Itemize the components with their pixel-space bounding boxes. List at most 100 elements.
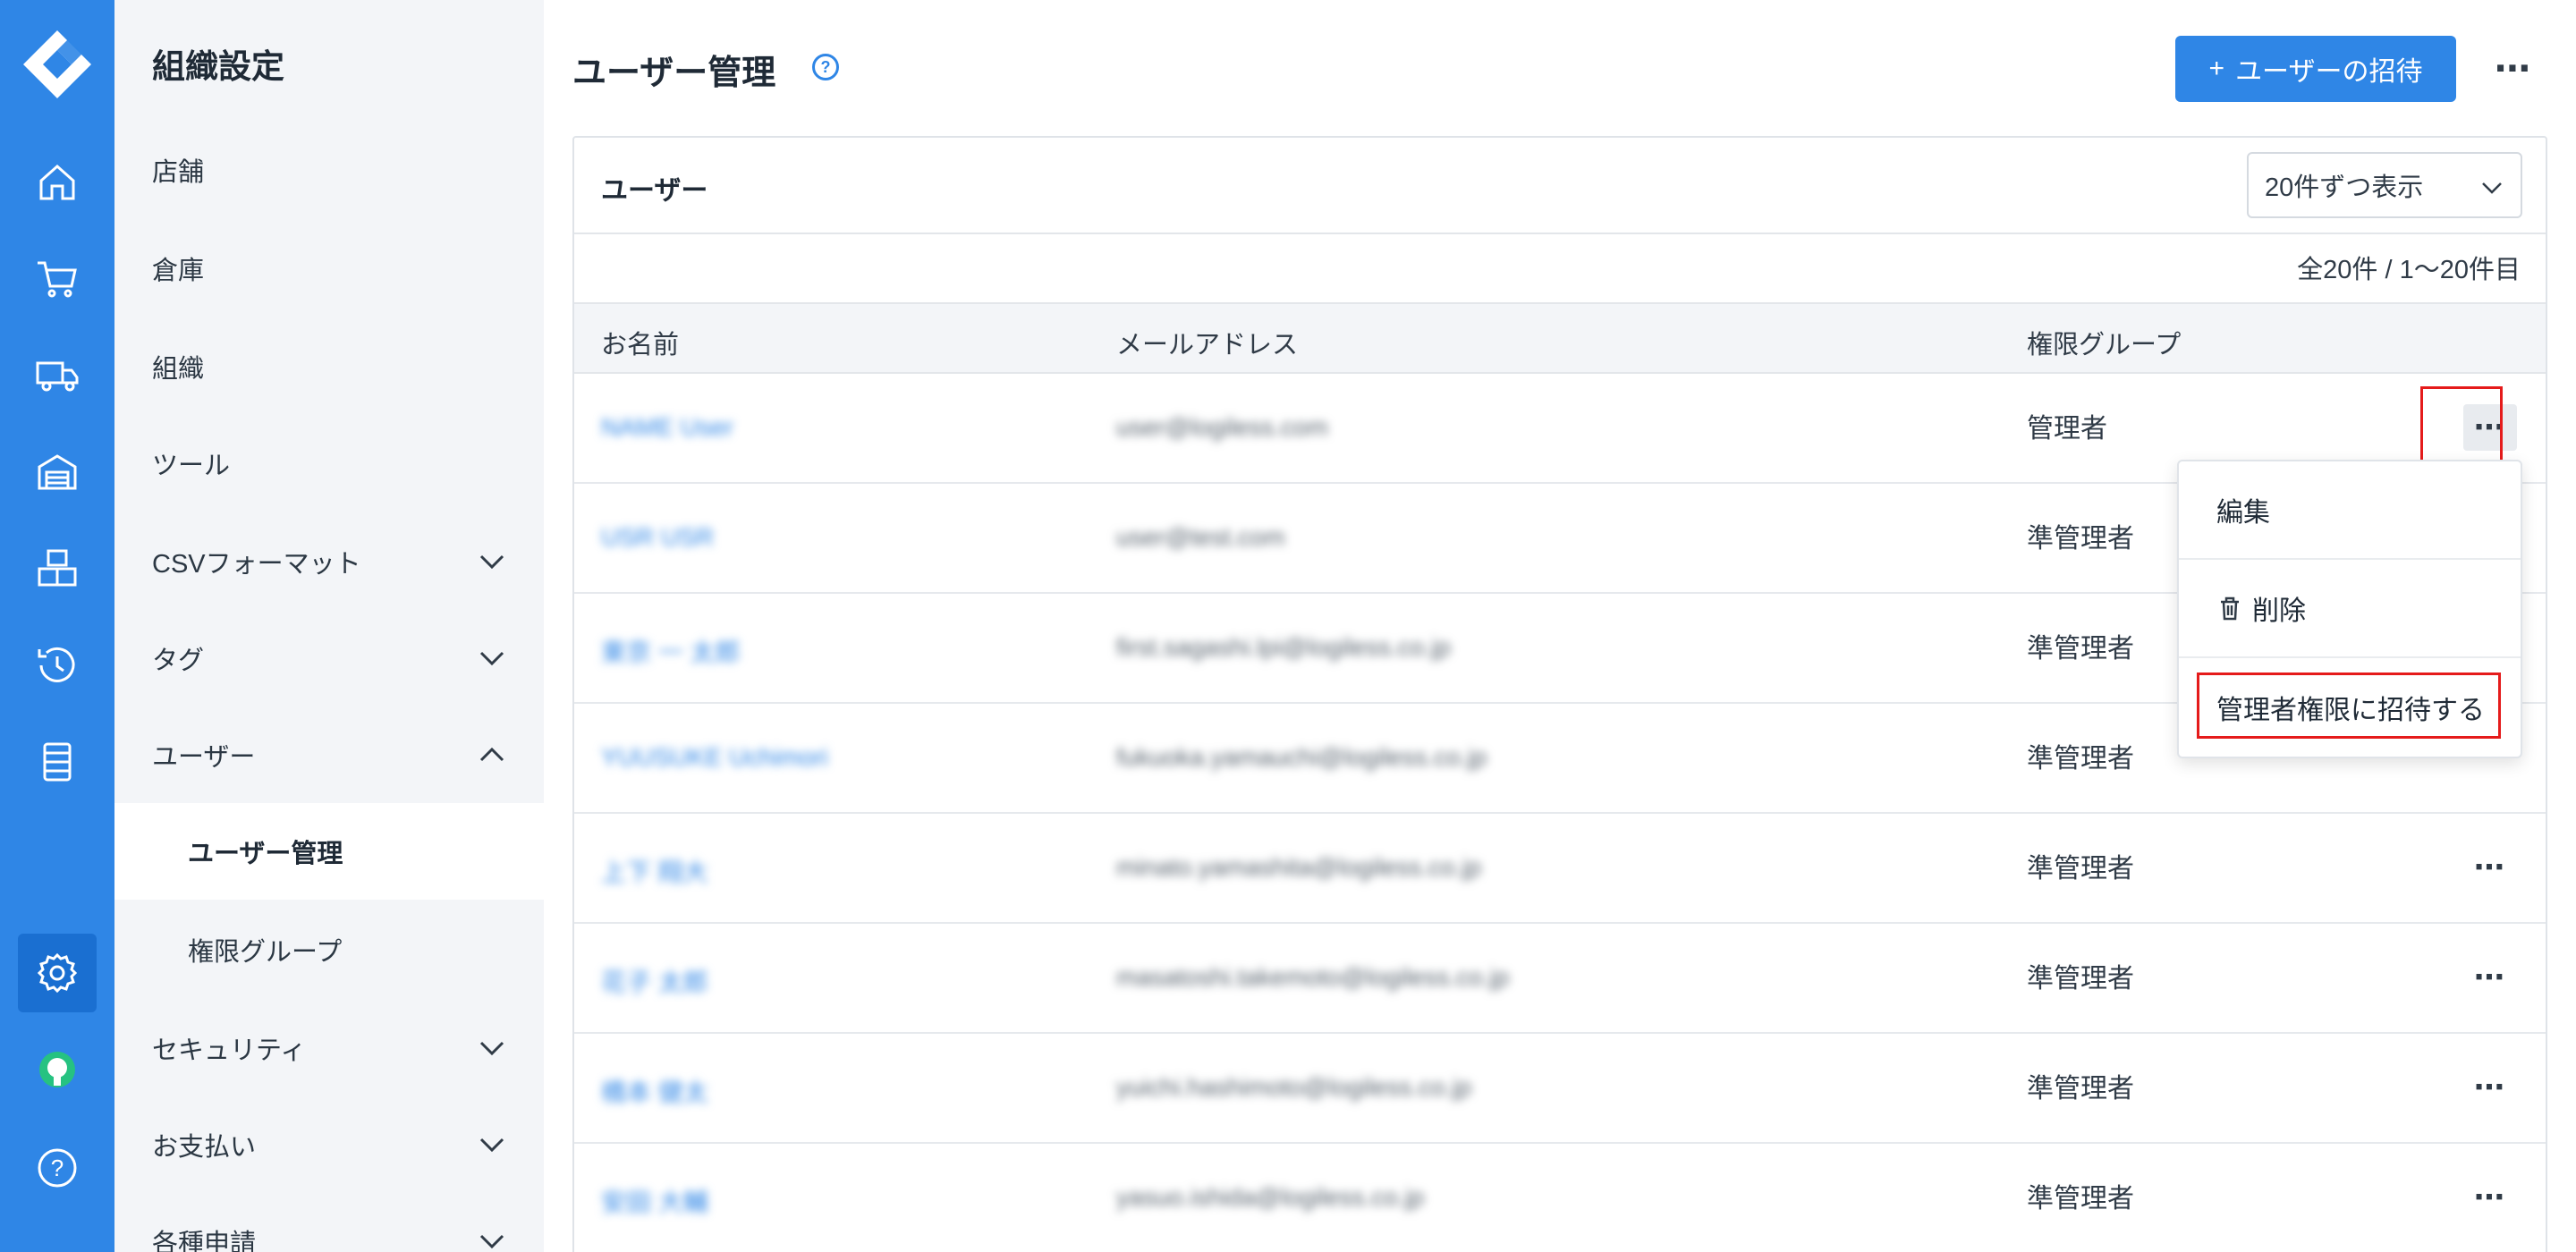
- chevron-down-icon: [479, 1138, 504, 1153]
- invite-user-label: ユーザーの招待: [2235, 57, 2423, 87]
- result-count: 全20件 / 1〜20件目: [2297, 256, 2521, 284]
- user-role: 準管理者: [2027, 524, 2134, 554]
- user-name-link[interactable]: YUUSUKE Uchimori: [601, 743, 828, 772]
- menu-item-edit[interactable]: 編集: [2179, 461, 2521, 560]
- sidebar-item-label: 倉庫: [152, 257, 205, 285]
- card-header: ユーザー 20件ずつ表示: [574, 138, 2546, 234]
- sidebar-item-label: 権限グループ: [188, 938, 343, 967]
- per-page-value: 20件ずつ表示: [2265, 173, 2424, 202]
- user-name-link[interactable]: 上下 翔大: [601, 853, 708, 889]
- help-glyph: ?: [51, 1155, 64, 1181]
- user-email: fukuoka.yamauchi@logiless.co.jp: [1116, 743, 1487, 771]
- list-icon[interactable]: [18, 723, 97, 801]
- sidebar-item-label: ユーザー管理: [188, 840, 343, 868]
- chevron-down-icon: [479, 554, 504, 570]
- sidebar-item-csv-format[interactable]: CSVフォーマット: [114, 513, 544, 610]
- warehouse-icon[interactable]: [18, 433, 97, 512]
- sidebar-item-label: 各種申請: [152, 1230, 257, 1252]
- chevron-down-icon: [2482, 182, 2502, 194]
- user-name-link[interactable]: 安田 大輔: [601, 1183, 708, 1219]
- table-row: 安田 大輔 yasuo.ishida@logiless.co.jp 準管理者 ⋯: [574, 1144, 2546, 1252]
- user-email: yasuo.ishida@logiless.co.jp: [1116, 1183, 1425, 1211]
- sidebar-item-label: セキュリティ: [152, 1036, 307, 1065]
- chevron-down-icon: [479, 1041, 504, 1056]
- user-role: 準管理者: [2027, 744, 2134, 774]
- menu-item-label: 削除: [2252, 596, 2306, 626]
- user-name-link[interactable]: NAME User: [601, 413, 733, 442]
- user-role: 準管理者: [2027, 1074, 2134, 1104]
- sidebar-item-applications[interactable]: 各種申請: [114, 1193, 544, 1252]
- invite-user-button[interactable]: + ユーザーの招待: [2175, 36, 2456, 102]
- sidebar-item-tags[interactable]: タグ: [114, 610, 544, 706]
- per-page-select[interactable]: 20件ずつ表示: [2247, 152, 2522, 218]
- sidebar-item-label: ユーザー: [152, 743, 256, 772]
- user-role: 準管理者: [2027, 634, 2134, 664]
- chevron-up-icon: [479, 747, 504, 762]
- card-title: ユーザー: [601, 176, 708, 206]
- sidebar-item-tools[interactable]: ツール: [114, 415, 544, 512]
- user-email: user@test.com: [1116, 523, 1285, 551]
- menu-item-label: 編集: [2216, 498, 2270, 528]
- table-row: 上下 翔大 minato.yamashita@logiless.co.jp 準管…: [574, 814, 2546, 924]
- home-icon[interactable]: [18, 143, 97, 222]
- logo-icon[interactable]: [20, 27, 95, 102]
- sidebar-item-users[interactable]: ユーザー: [114, 706, 544, 803]
- sidebar-item-permission-groups[interactable]: 権限グループ: [114, 901, 544, 998]
- sidebar-item-label: 組織: [152, 355, 205, 384]
- user-name-link[interactable]: USR USR: [601, 523, 714, 552]
- more-options-button[interactable]: ⋯: [2487, 47, 2540, 91]
- user-name-link[interactable]: 花子 太郎: [601, 963, 708, 999]
- sidebar-item-label: お支払い: [152, 1133, 257, 1162]
- menu-item-delete[interactable]: 削除: [2179, 560, 2521, 658]
- user-role: 準管理者: [2027, 1184, 2134, 1214]
- page-title: ユーザー管理: [572, 55, 776, 92]
- user-email: masatoshi.takemoto@logiless.co.jp: [1116, 963, 1510, 991]
- history-icon[interactable]: [18, 626, 97, 705]
- sidebar-title: 組織設定: [152, 48, 284, 85]
- sidebar-item-store[interactable]: 店舗: [114, 122, 544, 218]
- trash-icon: [2221, 596, 2239, 621]
- highlight-box: [2197, 673, 2501, 739]
- sidebar-item-label: ツール: [152, 452, 231, 480]
- column-header-role[interactable]: 権限グループ: [2027, 324, 2181, 361]
- row-more-button[interactable]: ⋯: [2463, 954, 2517, 1001]
- user-email: minato.yamashita@logiless.co.jp: [1116, 853, 1482, 881]
- help-icon[interactable]: ?: [18, 1129, 97, 1207]
- sidebar-item-label: 店舗: [152, 158, 205, 187]
- table-row: 花子 太郎 masatoshi.takemoto@logiless.co.jp …: [574, 924, 2546, 1034]
- row-more-button[interactable]: ⋯: [2463, 1174, 2517, 1221]
- bulb-icon[interactable]: [18, 1030, 97, 1109]
- user-email: user@logiless.com: [1116, 413, 1328, 441]
- row-more-button[interactable]: ⋯: [2463, 844, 2517, 891]
- gear-icon[interactable]: [18, 934, 97, 1012]
- user-email: first.sagashi.lpi@logiless.co.jp: [1116, 633, 1451, 661]
- plus-icon: +: [2208, 54, 2225, 83]
- user-name-link[interactable]: 橋本 健太: [601, 1073, 708, 1109]
- table-header: お名前 メールアドレス 権限グループ: [574, 302, 2546, 374]
- help-icon[interactable]: ?: [812, 54, 839, 80]
- sidebar-item-warehouse[interactable]: 倉庫: [114, 220, 544, 317]
- icon-rail: ?: [0, 0, 114, 1252]
- user-role: 準管理者: [2027, 854, 2134, 884]
- chevron-down-icon: [479, 1234, 504, 1249]
- sidebar-item-label: CSVフォーマット: [152, 550, 361, 579]
- truck-icon[interactable]: [18, 336, 97, 415]
- user-email: yuichi.hashimoto@logiless.co.jp: [1116, 1073, 1472, 1101]
- sidebar-item-security[interactable]: セキュリティ: [114, 1000, 544, 1096]
- sidebar-item-user-management[interactable]: ユーザー管理: [114, 803, 544, 900]
- highlight-box: [2420, 386, 2503, 469]
- user-role: 管理者: [2027, 414, 2107, 444]
- table-row: 橋本 健太 yuichi.hashimoto@logiless.co.jp 準管…: [574, 1034, 2546, 1144]
- row-more-button[interactable]: ⋯: [2463, 1064, 2517, 1111]
- sidebar-item-label: タグ: [152, 647, 205, 675]
- user-name-link[interactable]: 東京 一 太郎: [601, 633, 741, 669]
- main-content: ユーザー管理 ? + ユーザーの招待 ⋯ ユーザー 20件ずつ表示 全20件 /…: [544, 0, 2576, 1252]
- column-header-name[interactable]: お名前: [601, 324, 679, 361]
- sidebar-item-organization[interactable]: 組織: [114, 318, 544, 415]
- chevron-down-icon: [479, 651, 504, 666]
- cart-icon[interactable]: [18, 240, 97, 318]
- boxes-icon[interactable]: [18, 529, 97, 608]
- column-header-email[interactable]: メールアドレス: [1116, 324, 1298, 361]
- sidebar-item-payment[interactable]: お支払い: [114, 1096, 544, 1193]
- user-role: 準管理者: [2027, 964, 2134, 994]
